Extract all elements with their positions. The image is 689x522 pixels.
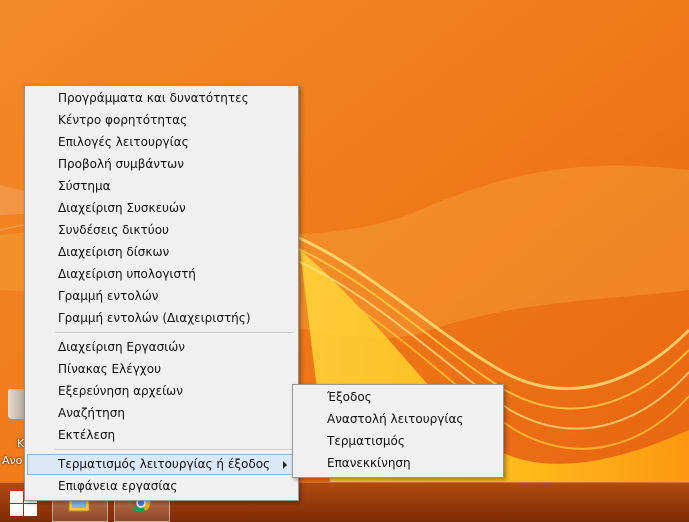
submenu-item-sign-out[interactable]: Έξοδος <box>295 387 501 408</box>
winx-context-menu: Προγράμματα και δυνατότητες Κέντρο φορητ… <box>24 85 299 501</box>
submenu-arrow-icon <box>283 461 287 469</box>
menu-item-shutdown-signout[interactable]: Τερματισμός λειτουργίας ή έξοδος <box>27 454 296 475</box>
menu-item-power-options[interactable]: Επιλογές λειτουργίας <box>27 132 296 153</box>
desktop-icon-label-2: Ανο <box>2 454 23 467</box>
menu-item-mobility-center[interactable]: Κέντρο φορητότητας <box>27 110 296 131</box>
menu-item-desktop[interactable]: Επιφάνεια εργασίας <box>27 476 296 497</box>
menu-item-disk-management[interactable]: Διαχείριση δίσκων <box>27 242 296 263</box>
menu-item-command-prompt[interactable]: Γραμμή εντολών <box>27 286 296 307</box>
menu-item-run[interactable]: Εκτέλεση <box>27 425 296 446</box>
menu-item-file-explorer[interactable]: Εξερεύνηση αρχείων <box>27 381 296 402</box>
menu-separator <box>55 449 294 451</box>
menu-item-computer-management[interactable]: Διαχείριση υπολογιστή <box>27 264 296 285</box>
menu-item-task-manager[interactable]: Διαχείριση Εργασιών <box>27 337 296 358</box>
menu-item-event-viewer[interactable]: Προβολή συμβάντων <box>27 154 296 175</box>
menu-item-command-prompt-admin[interactable]: Γραμμή εντολών (Διαχειριστής) <box>27 308 296 329</box>
submenu-item-shut-down[interactable]: Τερματισμός <box>295 431 501 452</box>
menu-separator <box>55 332 294 334</box>
submenu-item-sleep[interactable]: Αναστολή λειτουργίας <box>295 409 501 430</box>
menu-item-system[interactable]: Σύστημα <box>27 176 296 197</box>
menu-item-network-connections[interactable]: Συνδέσεις δικτύου <box>27 220 296 241</box>
windows-logo-icon <box>10 491 23 503</box>
shutdown-label: Τερματισμός λειτουργίας ή έξοδος <box>58 457 271 471</box>
shutdown-submenu: Έξοδος Αναστολή λειτουργίας Τερματισμός … <box>292 384 504 478</box>
menu-item-programs-features[interactable]: Προγράμματα και δυνατότητες <box>27 88 296 109</box>
submenu-item-restart[interactable]: Επανεκκίνηση <box>295 453 501 474</box>
menu-item-control-panel[interactable]: Πίνακας Ελέγχου <box>27 359 296 380</box>
desktop-recycle-bin[interactable]: Κ Ανο <box>0 385 26 467</box>
menu-item-device-manager[interactable]: Διαχείριση Συσκευών <box>27 198 296 219</box>
menu-item-search[interactable]: Αναζήτηση <box>27 403 296 424</box>
